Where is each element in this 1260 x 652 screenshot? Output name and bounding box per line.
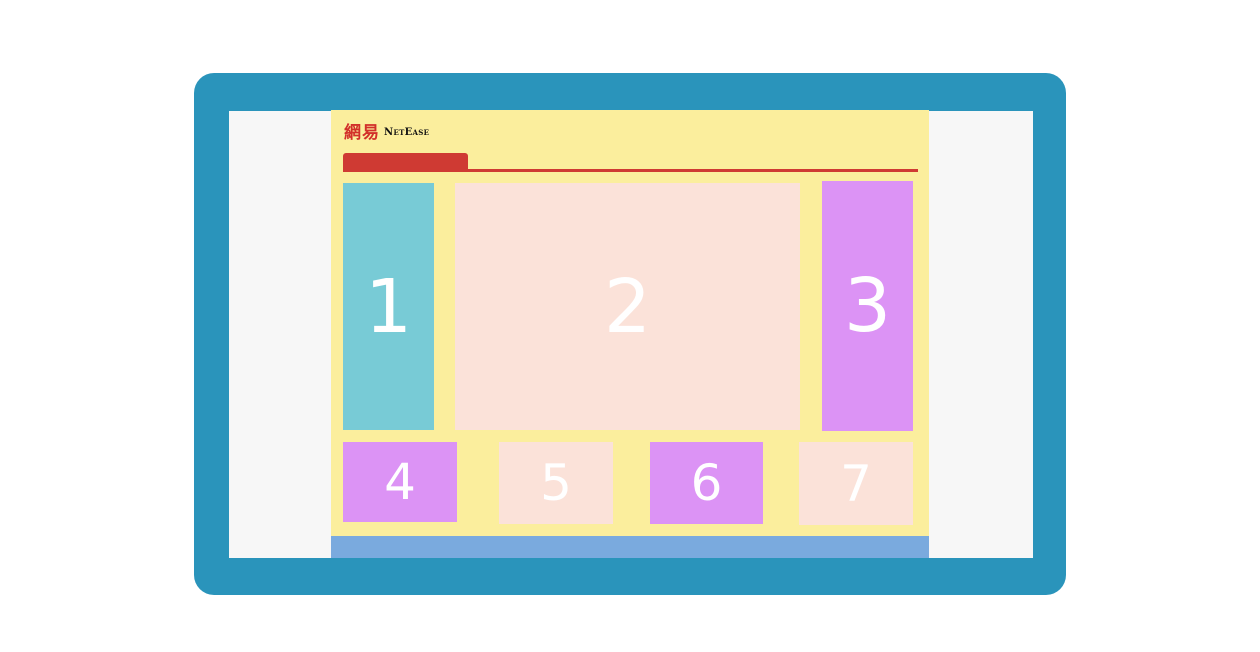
block-3-right-sidebar: 3 (822, 181, 913, 431)
netease-logo: 網易 NetEase (344, 122, 429, 144)
logo-text: NetEase (384, 127, 430, 138)
nav-bar-line (343, 169, 918, 172)
block-6: 6 (650, 442, 763, 524)
block-2-main-content: 2 (455, 183, 800, 430)
logo-glyph: 網易 (344, 122, 380, 143)
block-4: 4 (343, 442, 457, 522)
block-1-left-sidebar: 1 (343, 183, 434, 430)
diagram-stage: 網易 NetEase 1 2 3 4 5 6 7 (0, 0, 1260, 652)
block-5: 5 (499, 442, 613, 524)
page-footer-bar (331, 536, 929, 558)
block-7: 7 (799, 442, 913, 525)
nav-tab (343, 153, 468, 170)
